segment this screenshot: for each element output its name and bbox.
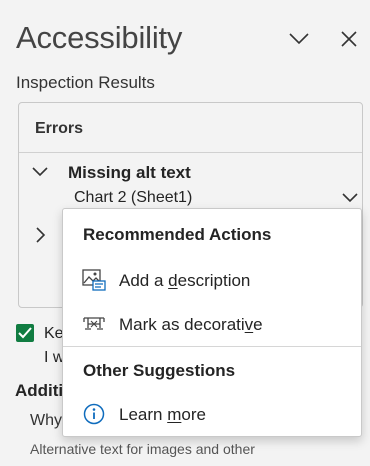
errors-header: Errors <box>19 103 362 153</box>
why-link[interactable]: Why <box>30 412 62 430</box>
info-icon <box>82 403 106 425</box>
other-suggestions-heading: Other Suggestions <box>83 361 236 380</box>
decorative-icon <box>82 313 106 335</box>
mark-decorative-menu-item[interactable]: Mark as decorative <box>63 305 361 343</box>
learn-more-label: Learn more <box>119 405 206 424</box>
learn-more-menu-item[interactable]: Learn more <box>63 395 361 433</box>
chevron-right-icon[interactable] <box>32 226 50 244</box>
category-label: Missing alt text <box>68 163 191 182</box>
chevron-down-icon <box>289 33 309 45</box>
close-pane-button[interactable] <box>338 28 360 50</box>
recommended-actions-menu: Recommended Actions Add a description Ma… <box>62 208 362 437</box>
keep-checkbox[interactable] <box>16 324 34 342</box>
chevron-down-icon[interactable] <box>31 163 49 181</box>
inspection-results-label: Inspection Results <box>16 73 155 92</box>
missing-alt-text-category[interactable]: Missing alt text <box>19 157 362 185</box>
pane-title: Accessibility <box>16 20 183 55</box>
checkmark-icon <box>18 327 32 339</box>
item-label: Chart 2 (Sheet1) <box>74 189 193 206</box>
add-description-label: Add a description <box>119 271 251 290</box>
collapse-pane-button[interactable] <box>288 28 310 50</box>
mark-decorative-label: Mark as decorative <box>119 315 263 334</box>
add-description-menu-item[interactable]: Add a description <box>63 261 361 299</box>
alt-text-description: Alternative text for images and other <box>30 441 255 457</box>
menu-separator <box>63 346 361 347</box>
item-dropdown-chevron-icon[interactable] <box>342 190 358 208</box>
additional-info-heading: Additi <box>15 381 64 400</box>
keep-option-label: Ke <box>44 325 64 342</box>
recommended-actions-heading: Recommended Actions <box>83 225 272 244</box>
pane-header: Accessibility <box>16 18 370 62</box>
image-description-icon <box>82 269 106 291</box>
close-icon <box>341 31 357 47</box>
